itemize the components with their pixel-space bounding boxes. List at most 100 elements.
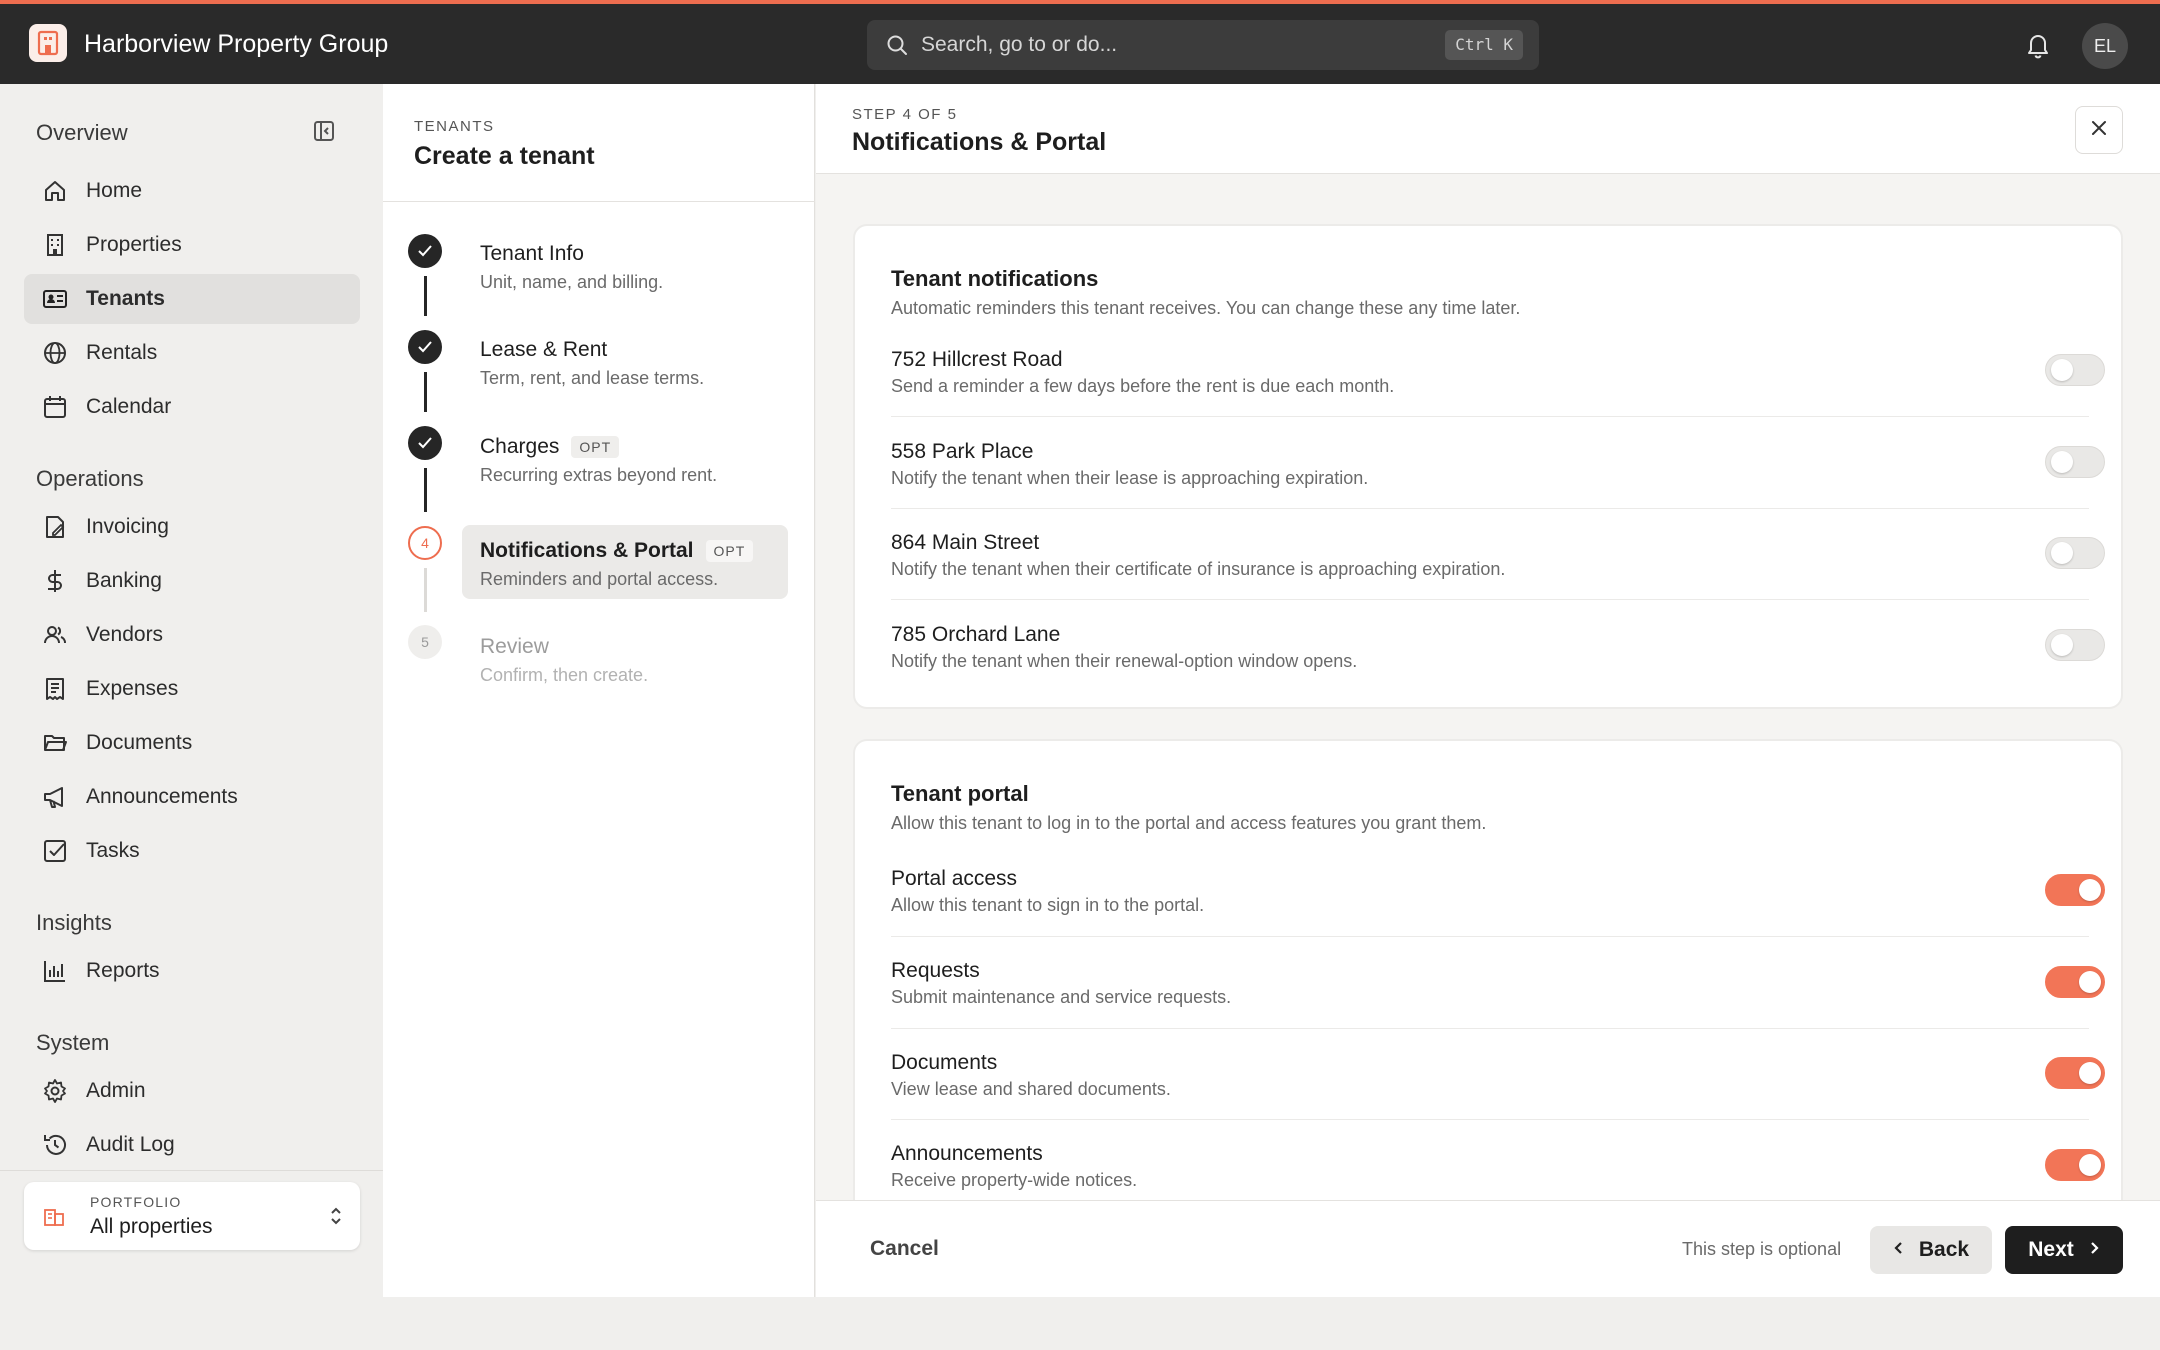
- tenant-notifications-card: Tenant notifications Automatic reminders…: [853, 224, 2123, 709]
- sidebar-item-label: Properties: [86, 233, 182, 256]
- step-tenant-info[interactable]: Tenant Info Unit, name, and billing.: [462, 228, 788, 302]
- notification-toggle[interactable]: [2045, 629, 2105, 661]
- step-name: Lease & Rent: [480, 338, 608, 361]
- global-search[interactable]: Search, go to or do... Ctrl K: [867, 20, 1539, 70]
- sidebar-item-label: Reports: [86, 959, 160, 982]
- row-divider: [891, 1119, 2089, 1120]
- row-divider: [891, 936, 2089, 937]
- step-desc: Unit, name, and billing.: [480, 272, 664, 292]
- wizard-steps-panel: TENANTS Create a tenant Tenant Info Unit…: [383, 84, 815, 1297]
- sidebar-item-properties[interactable]: Properties: [24, 220, 360, 270]
- sidebar-item-reports[interactable]: Reports: [24, 946, 360, 996]
- portfolio-switcher[interactable]: PORTFOLIO All properties: [24, 1182, 360, 1250]
- steps-divider: [383, 201, 815, 202]
- sidebar-item-invoicing[interactable]: Invoicing: [24, 502, 360, 552]
- step-complete-check-icon: [408, 426, 442, 460]
- company-name: Harborview Property Group: [84, 30, 389, 58]
- cancel-button[interactable]: Cancel: [870, 1237, 939, 1261]
- wizard-footer: Cancel This step is optional Back Next: [816, 1200, 2160, 1297]
- search-icon: [885, 33, 909, 62]
- sidebar-item-tenants[interactable]: Tenants: [24, 274, 360, 324]
- history-icon: [42, 1132, 68, 1158]
- globe-icon: [42, 340, 68, 366]
- sidebar-item-home[interactable]: Home: [24, 166, 360, 216]
- row-desc: Submit maintenance and service requests.: [891, 987, 1232, 1007]
- sidebar-item-rentals[interactable]: Rentals: [24, 328, 360, 378]
- row-title: 785 Orchard Lane: [891, 623, 1061, 646]
- step-counter: STEP 4 OF 5: [852, 106, 958, 123]
- step-name: Review: [480, 635, 549, 658]
- main-header: STEP 4 OF 5 Notifications & Portal: [816, 84, 2160, 174]
- step-charges[interactable]: Charges OPT Recurring extras beyond rent.: [462, 421, 788, 495]
- notification-row: 752 Hillcrest Road Send a reminder a few…: [891, 348, 2089, 408]
- next-button[interactable]: Next: [2005, 1226, 2123, 1274]
- user-avatar[interactable]: EL: [2082, 23, 2128, 69]
- notification-toggle[interactable]: [2045, 537, 2105, 569]
- section-title-system: System: [36, 1030, 110, 1055]
- optional-note: This step is optional: [1682, 1239, 1842, 1259]
- sidebar-item-announcements[interactable]: Announcements: [24, 772, 360, 822]
- card-title: Tenant notifications: [891, 266, 1099, 291]
- sidebar-item-label: Home: [86, 179, 143, 202]
- notification-toggle[interactable]: [2045, 446, 2105, 478]
- chevron-left-icon: [1893, 1238, 1905, 1262]
- portal-toggle[interactable]: [2045, 1057, 2105, 1089]
- sidebar-item-label: Tasks: [86, 839, 140, 862]
- back-button[interactable]: Back: [1870, 1226, 1992, 1274]
- sidebar-item-documents[interactable]: Documents: [24, 718, 360, 768]
- bottom-strip: [0, 1297, 2160, 1350]
- checkbox-icon: [42, 838, 68, 864]
- portal-toggle[interactable]: [2045, 874, 2105, 906]
- sidebar-item-expenses[interactable]: Expenses: [24, 664, 360, 714]
- step-name: Tenant Info: [480, 242, 584, 265]
- sidebar-item-banking[interactable]: Banking: [24, 556, 360, 606]
- bar-chart-icon: [42, 958, 68, 984]
- row-desc: Allow this tenant to sign in to the port…: [891, 895, 1205, 915]
- main-panel: STEP 4 OF 5 Notifications & Portal Tenan…: [816, 84, 2160, 1297]
- back-label: Back: [1918, 1238, 1970, 1261]
- sidebar-item-audit-log[interactable]: Audit Log: [24, 1120, 360, 1170]
- sidebar: Overview Home Properties Tenants Rentals…: [0, 84, 383, 1297]
- sidebar-item-calendar[interactable]: Calendar: [24, 382, 360, 432]
- portal-toggle[interactable]: [2045, 966, 2105, 998]
- step-lease-rent[interactable]: Lease & Rent Term, rent, and lease terms…: [462, 324, 788, 398]
- toggle-knob: [2079, 971, 2101, 993]
- chevron-right-icon: [2088, 1238, 2100, 1262]
- notification-toggle[interactable]: [2045, 354, 2105, 386]
- top-bar: Harborview Property Group Search, go to …: [0, 0, 2160, 84]
- row-desc: Notify the tenant when their renewal-opt…: [891, 651, 1358, 671]
- chevron-up-down-icon: [328, 1204, 344, 1233]
- row-title: Portal access: [891, 867, 1018, 890]
- search-shortcut: Ctrl K: [1445, 30, 1523, 60]
- sidebar-item-label: Invoicing: [86, 515, 169, 538]
- sidebar-item-vendors[interactable]: Vendors: [24, 610, 360, 660]
- sidebar-item-admin[interactable]: Admin: [24, 1066, 360, 1116]
- portal-toggle[interactable]: [2045, 1149, 2105, 1181]
- portal-row: Documents View lease and shared document…: [891, 1051, 2089, 1111]
- card-subtitle: Automatic reminders this tenant receives…: [891, 298, 1521, 318]
- step-connector: [424, 568, 427, 612]
- sidebar-item-label: Announcements: [86, 785, 238, 808]
- sidebar-item-label: Banking: [86, 569, 162, 592]
- next-label: Next: [2028, 1238, 2074, 1261]
- sidebar-item-label: Documents: [86, 731, 193, 754]
- step-name: Charges OPT: [480, 435, 620, 459]
- portal-row: Requests Submit maintenance and service …: [891, 959, 2089, 1019]
- step-desc: Reminders and portal access.: [480, 569, 719, 589]
- sidebar-item-tasks[interactable]: Tasks: [24, 826, 360, 876]
- brand-logo-icon: [29, 24, 67, 62]
- sidebar-collapse-icon[interactable]: [312, 119, 336, 148]
- row-divider: [891, 508, 2089, 509]
- close-button[interactable]: [2075, 106, 2123, 154]
- toggle-knob: [2051, 634, 2073, 656]
- notification-row: 864 Main Street Notify the tenant when t…: [891, 531, 2089, 591]
- card-title: Tenant portal: [891, 781, 1029, 806]
- portfolio-value: All properties: [90, 1215, 213, 1238]
- step-complete-check-icon: [408, 234, 442, 268]
- bell-icon[interactable]: [2025, 31, 2051, 64]
- row-title: 752 Hillcrest Road: [891, 348, 1063, 371]
- building-icon: [42, 232, 68, 258]
- calendar-icon: [42, 394, 68, 420]
- step-notifications-portal[interactable]: Notifications & Portal OPT Reminders and …: [462, 525, 788, 599]
- step-review[interactable]: Review Confirm, then create.: [462, 621, 788, 695]
